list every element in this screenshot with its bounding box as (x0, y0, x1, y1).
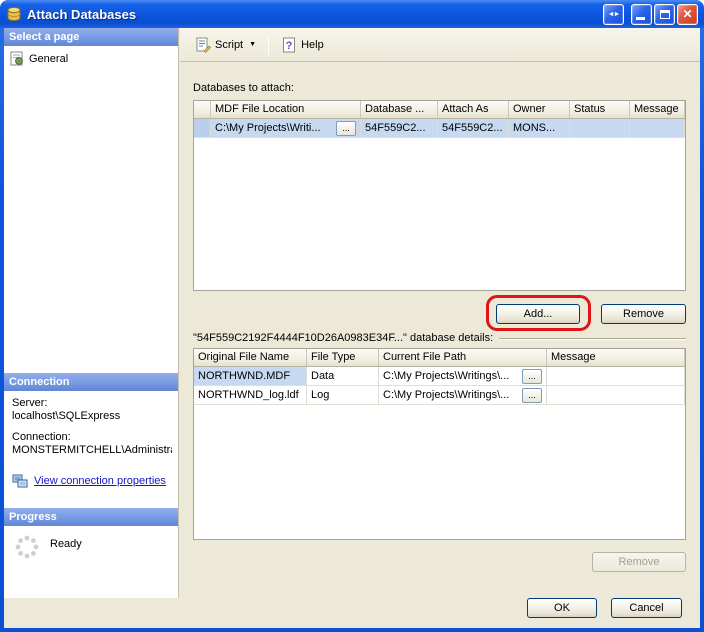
maximize-icon (660, 10, 670, 19)
help-button[interactable]: ? Help (274, 33, 331, 57)
cell-current-file-path: C:\My Projects\Writings\... ... (379, 386, 547, 404)
column-header-mdf-file-location[interactable]: MDF File Location (211, 101, 361, 118)
databases-table-header: MDF File Location Database ... Attach As… (194, 101, 685, 119)
sidebar: Select a page General Connection Server:… (4, 28, 179, 598)
connection-properties-icon (12, 473, 28, 489)
cell-original-file-name: NORTHWND.MDF (194, 367, 307, 385)
general-page-icon (9, 51, 24, 66)
column-header-message[interactable]: Message (630, 101, 685, 118)
connection-label: Connection: (12, 431, 172, 444)
column-header-database[interactable]: Database ... (361, 101, 438, 118)
row-selector-cell[interactable] (194, 119, 211, 137)
column-header-message[interactable]: Message (547, 349, 685, 366)
window-title: Attach Databases (27, 7, 603, 22)
sidebar-item-general[interactable]: General (4, 46, 178, 70)
left-right-arrows-icon: ◄► (608, 11, 620, 18)
script-icon (195, 37, 211, 53)
browse-button[interactable]: ... (522, 369, 542, 384)
toolbar: Script ▼ ? Help (180, 28, 700, 62)
cell-message (630, 119, 685, 137)
server-label: Server: (12, 397, 172, 410)
table-row[interactable]: NORTHWND.MDF Data C:\My Projects\Writing… (194, 367, 685, 386)
server-value: localhost\SQLExpress (12, 410, 172, 423)
view-connection-properties-link[interactable]: View connection properties (34, 475, 166, 488)
column-header-attach-as[interactable]: Attach As (438, 101, 509, 118)
database-details-table: Original File Name File Type Current Fil… (193, 348, 686, 540)
script-button[interactable]: Script ▼ (188, 33, 263, 57)
cell-status (570, 119, 630, 137)
close-icon: ✕ (682, 7, 692, 21)
dialog-client-area: Select a page General Connection Server:… (4, 28, 700, 628)
details-divider (499, 338, 686, 340)
help-icon: ? (281, 37, 297, 53)
cell-file-type: Log (307, 386, 379, 404)
cell-message (547, 386, 685, 404)
database-details-label: "54F559C2192F4444F10D26A0983E34F..." dat… (193, 332, 493, 344)
connection-value: MONSTERMITCHELL\Administra (12, 444, 172, 457)
help-label: Help (301, 39, 324, 51)
remove-button[interactable]: Remove (601, 304, 686, 324)
column-header-current-file-path[interactable]: Current File Path (379, 349, 547, 366)
titlebar[interactable]: Attach Databases ◄► ✕ (0, 0, 704, 28)
close-button[interactable]: ✕ (677, 4, 698, 25)
cell-file-type: Data (307, 367, 379, 385)
toolbar-separator (268, 35, 269, 55)
cancel-button[interactable]: Cancel (611, 598, 682, 618)
script-label: Script (215, 39, 243, 51)
row-selector-header[interactable] (194, 101, 211, 118)
databases-table: MDF File Location Database ... Attach As… (193, 100, 686, 291)
svg-text:?: ? (286, 40, 293, 52)
pages-panel: General (4, 46, 178, 373)
cell-database: 54F559C2... (361, 119, 438, 137)
dock-toggle-button[interactable]: ◄► (603, 4, 624, 25)
progress-header: Progress (4, 508, 178, 526)
table-row[interactable]: C:\My Projects\Writi... ... 54F559C2... … (194, 119, 685, 138)
databases-to-attach-label: Databases to attach: (193, 82, 294, 94)
column-header-owner[interactable]: Owner (509, 101, 570, 118)
general-label: General (29, 53, 68, 65)
column-header-original-file-name[interactable]: Original File Name (194, 349, 307, 366)
minimize-icon (636, 17, 645, 20)
cell-attach-as: 54F559C2... (438, 119, 509, 137)
cell-message (547, 367, 685, 385)
minimize-button[interactable] (631, 4, 652, 25)
add-button[interactable]: Add... (496, 304, 580, 324)
table-row[interactable]: NORTHWND_log.ldf Log C:\My Projects\Writ… (194, 386, 685, 405)
ok-button[interactable]: OK (527, 598, 597, 618)
details-remove-button[interactable]: Remove (592, 552, 686, 572)
details-table-header: Original File Name File Type Current Fil… (194, 349, 685, 367)
progress-spinner-icon (14, 534, 40, 560)
browse-button[interactable]: ... (336, 121, 356, 136)
browse-button[interactable]: ... (522, 388, 542, 403)
cell-mdf-file-location: C:\My Projects\Writi... ... (211, 119, 361, 137)
attach-databases-window: Attach Databases ◄► ✕ Select a page (0, 0, 704, 632)
cell-original-file-name: NORTHWND_log.ldf (194, 386, 307, 404)
chevron-down-icon: ▼ (249, 41, 256, 48)
cell-owner: MONS... (509, 119, 570, 137)
connection-header: Connection (4, 373, 178, 391)
connection-panel: Server: localhost\SQLExpress Connection:… (4, 391, 178, 508)
cell-current-file-path: C:\My Projects\Writings\... ... (379, 367, 547, 385)
maximize-button[interactable] (654, 4, 675, 25)
progress-panel: Ready (4, 526, 178, 598)
window-controls: ◄► ✕ (603, 4, 698, 25)
column-header-file-type[interactable]: File Type (307, 349, 379, 366)
progress-status: Ready (50, 534, 82, 550)
column-header-status[interactable]: Status (570, 101, 630, 118)
database-icon (6, 6, 22, 22)
select-a-page-header: Select a page (4, 28, 178, 46)
